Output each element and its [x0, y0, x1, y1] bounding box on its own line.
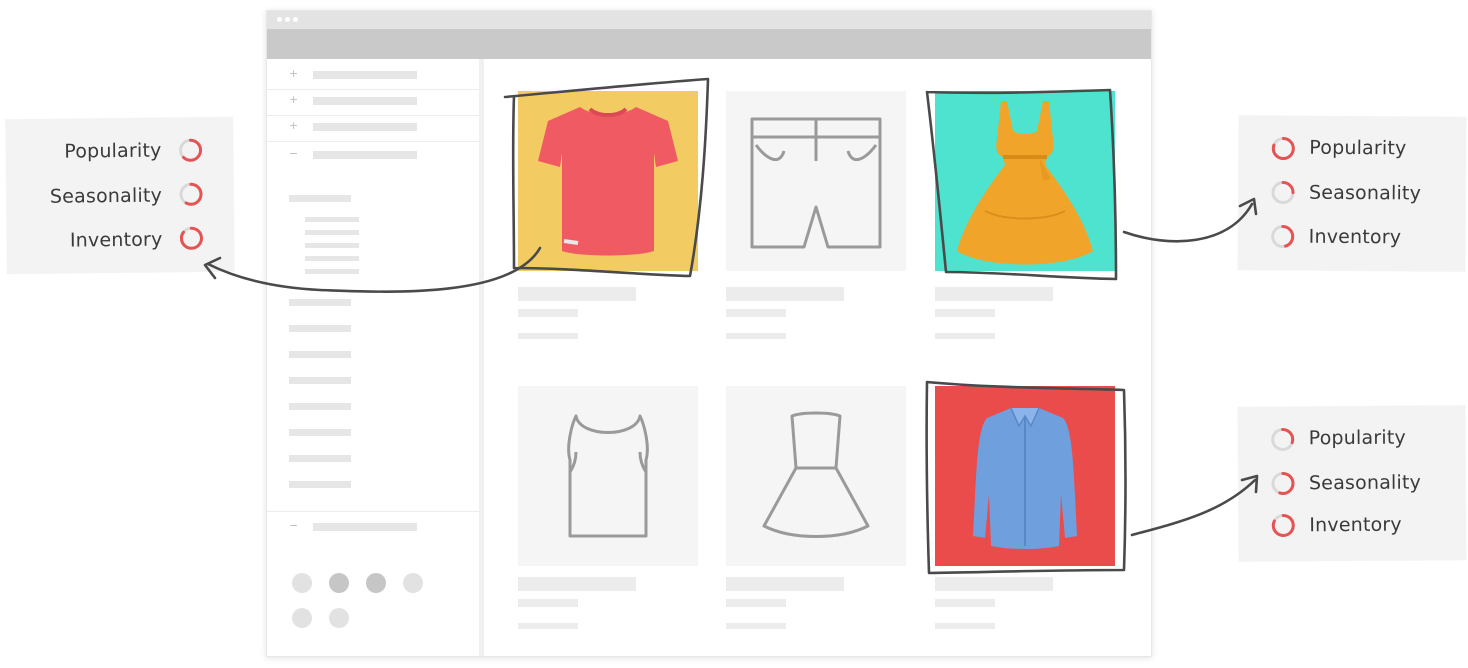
metric-label-inventory: Inventory	[69, 228, 163, 252]
score-ring-icon	[1271, 181, 1295, 205]
score-ring-icon	[1271, 427, 1295, 451]
browser-window: + + + − −	[266, 10, 1152, 657]
dress-outline-icon	[762, 411, 870, 538]
metric-label-inventory: Inventory	[1308, 225, 1402, 249]
sidebar-item-placeholder[interactable]	[289, 325, 351, 332]
category-label-placeholder	[313, 97, 417, 105]
product-price-placeholder	[935, 599, 995, 607]
product-price-placeholder	[726, 599, 786, 607]
color-swatch[interactable]	[329, 608, 349, 628]
red-tshirt-image	[538, 107, 678, 256]
address-bar[interactable]	[267, 29, 1151, 59]
product-tile-shorts[interactable]	[726, 91, 906, 271]
sidebar-divider	[267, 511, 479, 512]
sidebar-category-row[interactable]: +	[267, 63, 479, 90]
window-titlebar	[267, 11, 1151, 29]
product-title-placeholder	[518, 577, 636, 591]
sidebar-category-row-colors[interactable]: −	[267, 515, 479, 541]
subcategory-item-placeholder[interactable]	[305, 217, 359, 222]
plus-icon[interactable]: +	[289, 94, 298, 106]
plus-icon[interactable]: +	[289, 68, 298, 80]
score-ring-icon	[1271, 225, 1295, 249]
minus-icon[interactable]: −	[289, 148, 298, 160]
product-title-placeholder	[726, 287, 844, 301]
subcategory-item-placeholder[interactable]	[305, 243, 359, 248]
sidebar-category-row-expanded[interactable]: −	[267, 143, 479, 169]
score-ring-icon	[1271, 513, 1295, 537]
color-swatch[interactable]	[329, 573, 349, 593]
color-swatch[interactable]	[292, 608, 312, 628]
plus-icon[interactable]: +	[289, 120, 298, 132]
filter-sidebar: + + + − −	[267, 59, 484, 656]
metric-label-seasonality: Seasonality	[1308, 181, 1422, 205]
subcategory-label-placeholder[interactable]	[289, 195, 351, 202]
metric-label-popularity: Popularity	[64, 139, 162, 163]
score-card-left: Popularity Seasonality Inventory	[5, 116, 235, 275]
color-swatch[interactable]	[366, 573, 386, 593]
sidebar-item-placeholder[interactable]	[289, 351, 351, 358]
subcategory-item-placeholder[interactable]	[305, 230, 359, 235]
product-tile-dress[interactable]	[935, 91, 1115, 271]
window-dot-icon[interactable]	[293, 17, 298, 22]
score-ring-icon	[1271, 137, 1295, 161]
score-ring-icon	[179, 138, 203, 162]
product-title-placeholder	[935, 287, 1053, 301]
subcategory-item-placeholder[interactable]	[305, 256, 359, 261]
product-price-placeholder	[726, 309, 786, 317]
product-price-placeholder	[518, 309, 578, 317]
product-meta-placeholder	[726, 623, 786, 629]
product-title-placeholder	[726, 577, 844, 591]
sidebar-item-placeholder[interactable]	[289, 455, 351, 462]
tank-top-outline-icon	[567, 414, 649, 538]
metric-label-popularity: Popularity	[1309, 136, 1407, 160]
category-label-placeholder	[313, 123, 417, 131]
score-ring-icon	[1271, 471, 1295, 495]
product-title-placeholder	[518, 287, 636, 301]
minus-icon[interactable]: −	[289, 520, 298, 532]
orange-dress-image	[957, 101, 1093, 265]
metric-label-seasonality: Seasonality	[1308, 471, 1422, 495]
window-controls	[277, 17, 298, 22]
category-label-placeholder	[313, 151, 417, 159]
category-label-placeholder	[313, 523, 417, 531]
subcategory-item-placeholder[interactable]	[305, 269, 359, 274]
metric-label-inventory: Inventory	[1309, 513, 1402, 537]
score-ring-icon	[179, 226, 203, 250]
window-dot-icon[interactable]	[277, 17, 282, 22]
sidebar-item-placeholder[interactable]	[289, 403, 351, 410]
sidebar-item-placeholder[interactable]	[289, 377, 351, 384]
product-tile-tshirt[interactable]	[518, 91, 698, 271]
score-ring-icon	[179, 182, 203, 206]
score-ring-fill	[179, 226, 203, 250]
product-tile-skirt-dress[interactable]	[726, 386, 906, 566]
product-price-placeholder	[518, 599, 578, 607]
blue-shirt-image	[973, 407, 1077, 549]
product-title-placeholder	[935, 577, 1053, 591]
product-tile-tank-top[interactable]	[518, 386, 698, 566]
shorts-outline-icon	[750, 117, 882, 249]
product-meta-placeholder	[518, 623, 578, 629]
product-tile-shirt[interactable]	[935, 386, 1115, 566]
product-price-placeholder	[935, 309, 995, 317]
category-label-placeholder	[313, 71, 417, 79]
product-meta-placeholder	[518, 333, 578, 339]
color-swatch[interactable]	[292, 573, 312, 593]
metric-label-seasonality: Seasonality	[49, 184, 163, 208]
product-meta-placeholder	[935, 333, 995, 339]
sidebar-item-placeholder[interactable]	[289, 429, 351, 436]
score-card-right-top: Popularity Seasonality Inventory	[1237, 115, 1467, 272]
color-swatch[interactable]	[403, 573, 423, 593]
sidebar-item-placeholder[interactable]	[289, 299, 351, 306]
product-meta-placeholder	[935, 623, 995, 629]
sidebar-category-row[interactable]: +	[267, 89, 479, 116]
metric-label-popularity: Popularity	[1308, 426, 1406, 450]
product-meta-placeholder	[726, 333, 786, 339]
window-dot-icon[interactable]	[285, 17, 290, 22]
sidebar-item-placeholder[interactable]	[289, 481, 351, 488]
illustration-stage: + + + − − Popularity Seasonality Invento…	[0, 0, 1468, 668]
score-card-right-bottom: Popularity Seasonality Inventory	[1237, 405, 1467, 562]
sidebar-category-row[interactable]: +	[267, 115, 479, 142]
